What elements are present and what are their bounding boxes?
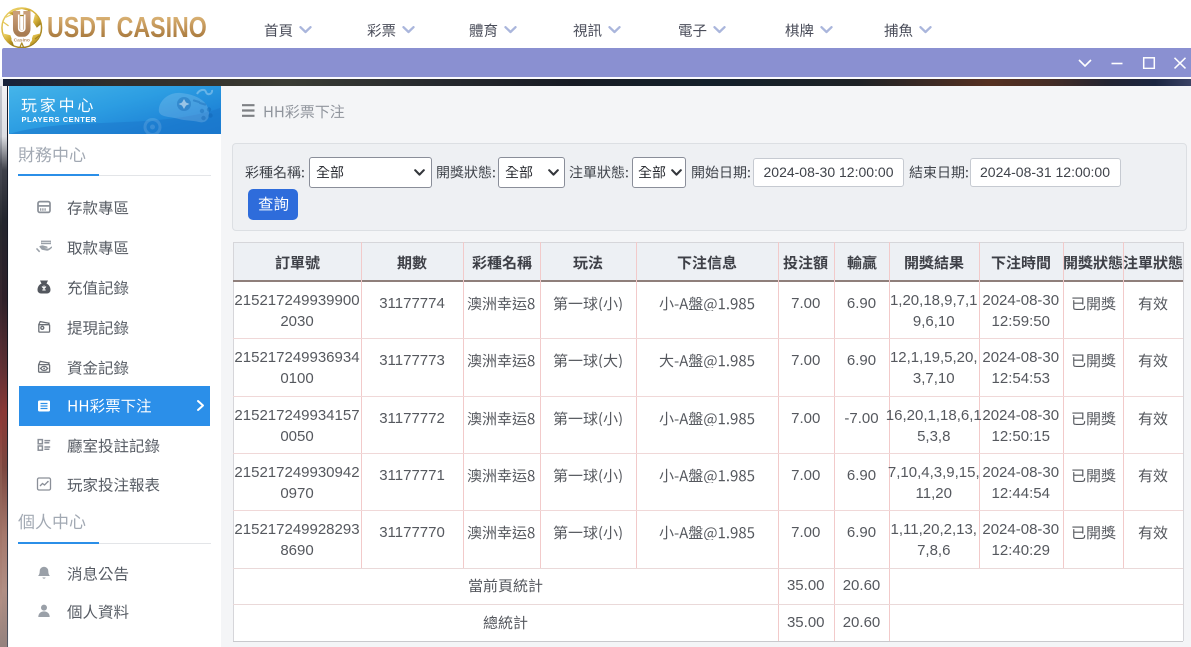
svg-text:Casino: Casino [14, 37, 30, 43]
